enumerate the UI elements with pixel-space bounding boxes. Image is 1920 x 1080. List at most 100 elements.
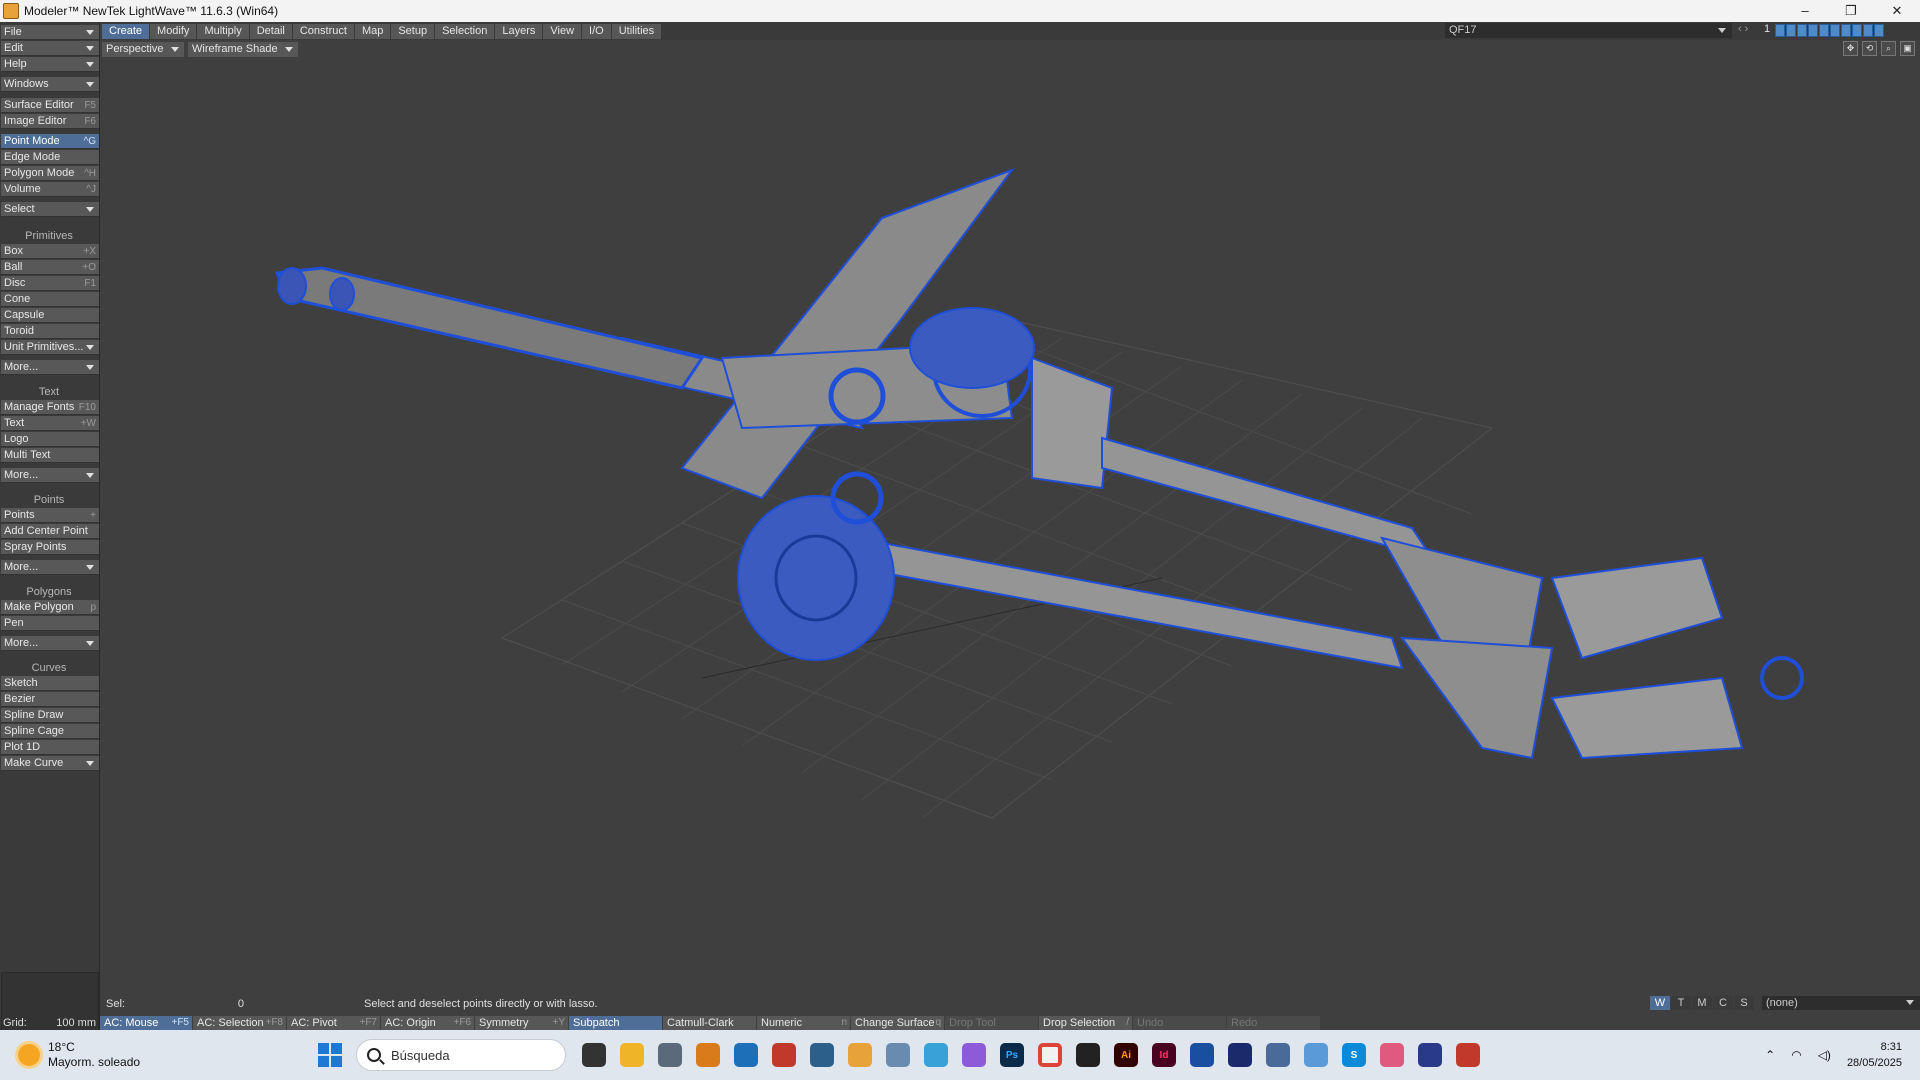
edge-mode-button[interactable]: Edge Mode bbox=[1, 150, 99, 165]
layer-slot[interactable] bbox=[1808, 24, 1818, 37]
capsule-button[interactable]: Capsule bbox=[1, 308, 99, 323]
tab-multiply[interactable]: Multiply bbox=[197, 23, 249, 39]
tab-modify[interactable]: Modify bbox=[150, 23, 197, 39]
pen-button[interactable]: Pen bbox=[1, 616, 99, 631]
ac-origin-button[interactable]: AC: Origin +F6 bbox=[381, 1015, 474, 1030]
app-icon[interactable] bbox=[1304, 1043, 1328, 1067]
ac-selection-button[interactable]: AC: Selection +F8 bbox=[193, 1015, 286, 1030]
taskbar-search[interactable]: Búsqueda bbox=[356, 1039, 566, 1071]
chevron-up-icon[interactable]: ⌃ bbox=[1765, 1048, 1775, 1062]
surface-editor-button[interactable]: Surface Editor F5 bbox=[1, 98, 99, 113]
cone-button[interactable]: Cone bbox=[1, 292, 99, 307]
logo-button[interactable]: Logo bbox=[1, 432, 99, 447]
c-button[interactable]: C bbox=[1713, 996, 1733, 1010]
plot-1d-button[interactable]: Plot 1D bbox=[1, 740, 99, 755]
manage-fonts-button[interactable]: Manage Fonts F10 bbox=[1, 400, 99, 415]
maximize-viewport-icon[interactable]: ▣ bbox=[1900, 41, 1915, 56]
app-icon[interactable] bbox=[1380, 1043, 1404, 1067]
point-mode-button[interactable]: Point Mode ^G bbox=[1, 134, 99, 149]
wifi-icon[interactable]: ◠ bbox=[1791, 1048, 1801, 1062]
layer-slot[interactable] bbox=[1786, 24, 1796, 37]
make-curve-menu[interactable]: Make Curve bbox=[1, 756, 99, 771]
spline-cage-button[interactable]: Spline Cage bbox=[1, 724, 99, 739]
app-icon[interactable] bbox=[1266, 1043, 1290, 1067]
maximize-button[interactable]: ❐ bbox=[1828, 3, 1874, 19]
layer-slot[interactable] bbox=[1797, 24, 1807, 37]
numeric-button[interactable]: Numeric n bbox=[757, 1015, 850, 1030]
drop-selection-button[interactable]: Drop Selection / bbox=[1039, 1015, 1132, 1030]
sketch-button[interactable]: Sketch bbox=[1, 676, 99, 691]
weather-widget[interactable]: 18°C Mayorm. soleado bbox=[18, 1040, 268, 1070]
layer-slot[interactable] bbox=[1852, 24, 1862, 37]
next-layer-icon[interactable]: › bbox=[1745, 23, 1749, 35]
app-icon[interactable] bbox=[1076, 1043, 1100, 1067]
tab-layers[interactable]: Layers bbox=[495, 23, 543, 39]
change-surface-button[interactable]: Change Surface q bbox=[851, 1015, 944, 1030]
shading-mode-select[interactable]: Wireframe Shade bbox=[188, 41, 298, 57]
app-icon[interactable] bbox=[886, 1043, 910, 1067]
symmetry-button[interactable]: Symmetry +Y bbox=[475, 1015, 568, 1030]
calculator-icon[interactable] bbox=[658, 1043, 682, 1067]
prev-layer-icon[interactable]: ‹ bbox=[1738, 23, 1742, 35]
primitives-more-menu[interactable]: More... bbox=[1, 360, 99, 375]
skype-icon[interactable]: S bbox=[1342, 1043, 1366, 1067]
layer-slot[interactable] bbox=[1874, 24, 1884, 37]
tab-selection[interactable]: Selection bbox=[435, 23, 495, 39]
app-icon[interactable] bbox=[962, 1043, 986, 1067]
app-icon[interactable] bbox=[1456, 1043, 1480, 1067]
tab-construct[interactable]: Construct bbox=[292, 23, 354, 39]
app-icon[interactable] bbox=[1190, 1043, 1214, 1067]
app-icon[interactable] bbox=[1418, 1043, 1442, 1067]
minimize-button[interactable]: – bbox=[1782, 3, 1828, 19]
clock[interactable]: 8:31 28/05/2025 bbox=[1847, 1039, 1902, 1071]
file-explorer-icon[interactable] bbox=[620, 1043, 644, 1067]
close-button[interactable]: ✕ bbox=[1874, 3, 1920, 19]
add-center-point-button[interactable]: Add Center Point bbox=[1, 524, 99, 539]
t-button[interactable]: T bbox=[1671, 996, 1691, 1010]
photoshop-icon[interactable]: Ps bbox=[1000, 1043, 1024, 1067]
subpatch-type-select[interactable]: Catmull-Clark bbox=[663, 1015, 756, 1030]
image-editor-button[interactable]: Image Editor F6 bbox=[1, 114, 99, 129]
bezier-button[interactable]: Bezier bbox=[1, 692, 99, 707]
zoom-icon[interactable]: ⌕ bbox=[1881, 41, 1896, 56]
perspective-viewport[interactable] bbox=[102, 58, 1920, 990]
select-menu[interactable]: Select bbox=[1, 202, 99, 217]
spray-points-button[interactable]: Spray Points bbox=[1, 540, 99, 555]
blender-icon[interactable] bbox=[696, 1043, 720, 1067]
polygon-mode-button[interactable]: Polygon Mode ^H bbox=[1, 166, 99, 181]
app-icon[interactable] bbox=[734, 1043, 758, 1067]
app-icon[interactable] bbox=[924, 1043, 948, 1067]
windows-menu[interactable]: Windows bbox=[1, 77, 99, 92]
ac-mouse-button[interactable]: AC: Mouse +F5 bbox=[100, 1015, 192, 1030]
text-more-menu[interactable]: More... bbox=[1, 468, 99, 483]
tab-create[interactable]: Create bbox=[102, 23, 150, 39]
points-more-menu[interactable]: More... bbox=[1, 560, 99, 575]
m-button[interactable]: M bbox=[1692, 996, 1712, 1010]
disc-button[interactable]: Disc F1 bbox=[1, 276, 99, 291]
layer-slot[interactable] bbox=[1863, 24, 1873, 37]
toroid-button[interactable]: Toroid bbox=[1, 324, 99, 339]
volume-button[interactable]: Volume ^J bbox=[1, 182, 99, 197]
layer-name-select[interactable]: QF17 bbox=[1445, 23, 1732, 38]
file-menu[interactable]: File bbox=[1, 25, 99, 40]
layer-slot[interactable] bbox=[1841, 24, 1851, 37]
ac-pivot-button[interactable]: AC: Pivot +F7 bbox=[287, 1015, 380, 1030]
volume-icon[interactable]: ◁) bbox=[1818, 1048, 1831, 1062]
edit-menu[interactable]: Edit bbox=[1, 41, 99, 56]
subpatch-button[interactable]: Subpatch bbox=[569, 1015, 662, 1030]
indesign-icon[interactable]: Id bbox=[1152, 1043, 1176, 1067]
redo-button[interactable]: Redo bbox=[1227, 1015, 1320, 1030]
windows-start-icon[interactable] bbox=[318, 1043, 342, 1067]
pan-icon[interactable]: ✥ bbox=[1843, 41, 1858, 56]
layer-slot[interactable] bbox=[1775, 24, 1785, 37]
app-icon[interactable] bbox=[772, 1043, 796, 1067]
task-view-icon[interactable] bbox=[582, 1043, 606, 1067]
undo-button[interactable]: Undo bbox=[1133, 1015, 1226, 1030]
app-icon[interactable] bbox=[810, 1043, 834, 1067]
tab-io[interactable]: I/O bbox=[582, 23, 611, 39]
drop-tool-button[interactable]: Drop Tool bbox=[945, 1015, 1038, 1030]
lightwave-icon[interactable] bbox=[848, 1043, 872, 1067]
layer-slot[interactable] bbox=[1830, 24, 1840, 37]
tab-detail[interactable]: Detail bbox=[249, 23, 292, 39]
surface-select[interactable]: (none) bbox=[1762, 996, 1920, 1010]
